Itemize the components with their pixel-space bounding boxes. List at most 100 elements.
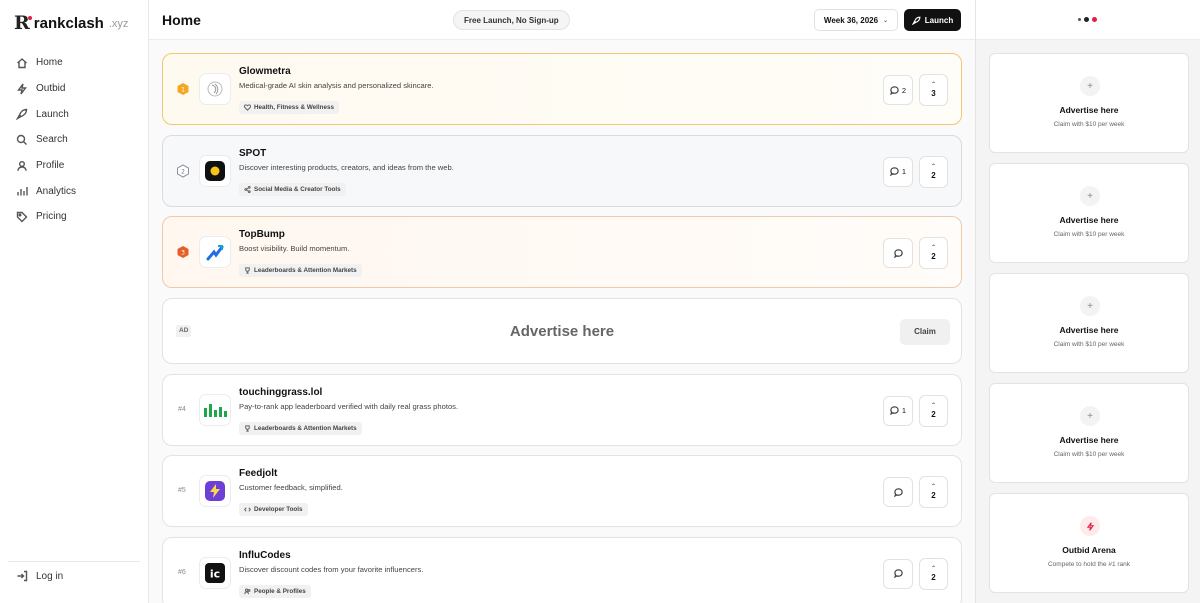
product-card[interactable]: #6 ic InfluCodes Discover discount codes… xyxy=(162,536,962,603)
category-tag[interactable]: Developer Tools xyxy=(239,503,308,516)
product-description: Discover interesting products, creators,… xyxy=(239,162,454,172)
product-name[interactable]: Glowmetra xyxy=(239,66,291,77)
chevron-up-icon: ⌃ xyxy=(930,565,937,572)
product-name[interactable]: InfluCodes xyxy=(239,550,291,561)
sidebar-ad-slot[interactable]: + Advertise here Claim with $10 per week xyxy=(989,383,1189,483)
vote-count: 2 xyxy=(931,572,936,582)
login-button[interactable]: Log in xyxy=(16,570,63,582)
sidebar-ad-slot[interactable]: + Advertise here Claim with $10 per week xyxy=(989,53,1189,153)
sidebar-item-profile[interactable]: Profile xyxy=(12,153,140,179)
ad-slot[interactable]: AD Advertise here Claim xyxy=(162,297,962,364)
upvote-button[interactable]: ⌃ 2 xyxy=(919,476,948,508)
comment-button[interactable] xyxy=(883,477,913,507)
ad-slot-title: Advertise here xyxy=(1059,215,1119,225)
topbump-logo-icon xyxy=(206,245,224,261)
sidebar-item-label: Outbid xyxy=(36,83,66,95)
user-icon xyxy=(17,160,27,171)
category-tag[interactable]: Leaderboards & Attention Markets xyxy=(239,421,362,435)
ad-slot-subtitle: Claim with $10 per week xyxy=(1053,451,1125,458)
free-launch-pill[interactable]: Free Launch, No Sign-up xyxy=(453,10,570,30)
sidebar-divider xyxy=(8,561,140,562)
product-name[interactable]: SPOT xyxy=(239,148,266,159)
week-selector[interactable]: Week 36, 2026 ⌄ xyxy=(814,9,898,31)
sidebar-item-analytics[interactable]: Analytics xyxy=(12,178,140,204)
carousel-dot-active[interactable] xyxy=(1092,17,1097,22)
category-tag[interactable]: Social Media & Creator Tools xyxy=(239,182,346,196)
upvote-button[interactable]: ⌃ 2 xyxy=(919,155,948,188)
comment-count: 1 xyxy=(901,406,907,415)
upvote-button[interactable]: ⌃ 2 xyxy=(919,237,948,269)
product-card[interactable]: 1 Glowmetra Medical-grade AI skin analys… xyxy=(162,53,962,125)
arena-subtitle: Compete to hold the #1 rank xyxy=(1047,561,1131,568)
sidebar-item-pricing[interactable]: Pricing xyxy=(12,204,140,230)
carousel-dot[interactable] xyxy=(1078,18,1081,21)
ad-slot-title: Advertise here xyxy=(1059,105,1119,115)
product-description: Discover discount codes from your favori… xyxy=(239,564,424,574)
sidebar: R rankclash .xyz Home Outbid Launch Searc… xyxy=(0,0,149,603)
ad-title: Advertise here xyxy=(509,322,615,340)
ad-slot-subtitle: Claim with $10 per week xyxy=(1053,231,1125,238)
upvote-button[interactable]: ⌃ 2 xyxy=(919,394,948,427)
tag-icon xyxy=(16,211,28,223)
comment-icon xyxy=(889,167,899,176)
rank-number: #4 xyxy=(178,405,186,413)
category-tag[interactable]: People & Profiles xyxy=(239,584,311,598)
sidebar-item-label: Search xyxy=(36,134,68,146)
claim-button[interactable]: Claim xyxy=(900,318,950,345)
vote-count: 2 xyxy=(931,491,936,500)
svg-text:3: 3 xyxy=(181,249,185,256)
product-logo xyxy=(199,475,231,507)
category-tag[interactable]: Leaderboards & Attention Markets xyxy=(239,264,362,277)
carousel-dot[interactable] xyxy=(1084,17,1089,22)
touchinggrass-logo-icon xyxy=(204,403,227,417)
glowmetra-logo-icon xyxy=(207,81,223,97)
comment-button[interactable] xyxy=(883,558,913,589)
comment-icon xyxy=(889,406,899,415)
rocket-icon xyxy=(911,16,921,25)
launch-button[interactable]: Launch xyxy=(904,9,961,31)
feedjolt-logo-icon xyxy=(205,481,225,501)
plus-icon: + xyxy=(1080,186,1100,206)
product-card[interactable]: 3 TopBump Boost visibility. Build moment… xyxy=(162,216,962,288)
carousel-dots[interactable] xyxy=(1078,17,1097,22)
logo[interactable]: R rankclash .xyz xyxy=(14,14,128,33)
comment-button[interactable]: 1 xyxy=(883,156,913,187)
product-name[interactable]: touchinggrass.lol xyxy=(239,387,322,398)
comment-button[interactable]: 2 xyxy=(883,75,913,105)
sidebar-item-home[interactable]: Home xyxy=(12,50,140,76)
sidebar-ad-slot[interactable]: + Advertise here Claim with $10 per week xyxy=(989,163,1189,263)
bar-chart-icon xyxy=(17,187,28,196)
category-tag[interactable]: Health, Fitness & Wellness xyxy=(239,101,340,114)
chevron-up-icon: ⌃ xyxy=(930,245,937,251)
sidebar-item-outbid[interactable]: Outbid xyxy=(12,76,140,102)
upvote-button[interactable]: ⌃ 2 xyxy=(919,557,948,590)
comment-icon xyxy=(889,85,899,95)
top-bar: Home Free Launch, No Sign-up Week 36, 20… xyxy=(149,0,975,40)
product-card[interactable]: #4 touchinggrass.lol Pay-to-rank app lea… xyxy=(162,373,962,446)
comment-button[interactable] xyxy=(883,238,913,268)
sidebar-item-search[interactable]: Search xyxy=(12,127,140,153)
category-label: People & Profiles xyxy=(254,587,306,595)
product-name[interactable]: TopBump xyxy=(239,229,285,240)
vote-count: 2 xyxy=(931,170,936,180)
sidebar-item-launch[interactable]: Launch xyxy=(12,101,140,127)
sidebar-ad-slot[interactable]: + Advertise here Claim with $10 per week xyxy=(989,273,1189,373)
sidebar-item-label: Profile xyxy=(36,160,65,172)
chevron-up-icon: ⌃ xyxy=(930,402,937,409)
trophy-icon xyxy=(245,424,250,432)
logo-mark: R xyxy=(14,12,32,34)
product-name[interactable]: Feedjolt xyxy=(239,468,277,479)
plus-icon: + xyxy=(1080,296,1100,316)
comment-button[interactable]: 1 xyxy=(883,395,913,426)
ad-slot-subtitle: Claim with $10 per week xyxy=(1053,341,1125,348)
product-description: Boost visibility. Build momentum. xyxy=(239,244,350,253)
home-icon xyxy=(17,57,27,69)
rank-number: #6 xyxy=(178,568,186,576)
outbid-arena-card[interactable]: Outbid Arena Compete to hold the #1 rank xyxy=(989,493,1189,593)
product-card[interactable]: #5 Feedjolt Customer feedback, simplifie… xyxy=(162,455,962,527)
product-card[interactable]: 2 SPOT Discover interesting products, cr… xyxy=(162,134,962,207)
trophy-icon xyxy=(245,267,250,274)
upvote-button[interactable]: ⌃ 3 xyxy=(919,74,948,106)
product-logo xyxy=(199,393,231,426)
influcodes-logo-icon: ic xyxy=(205,562,225,583)
